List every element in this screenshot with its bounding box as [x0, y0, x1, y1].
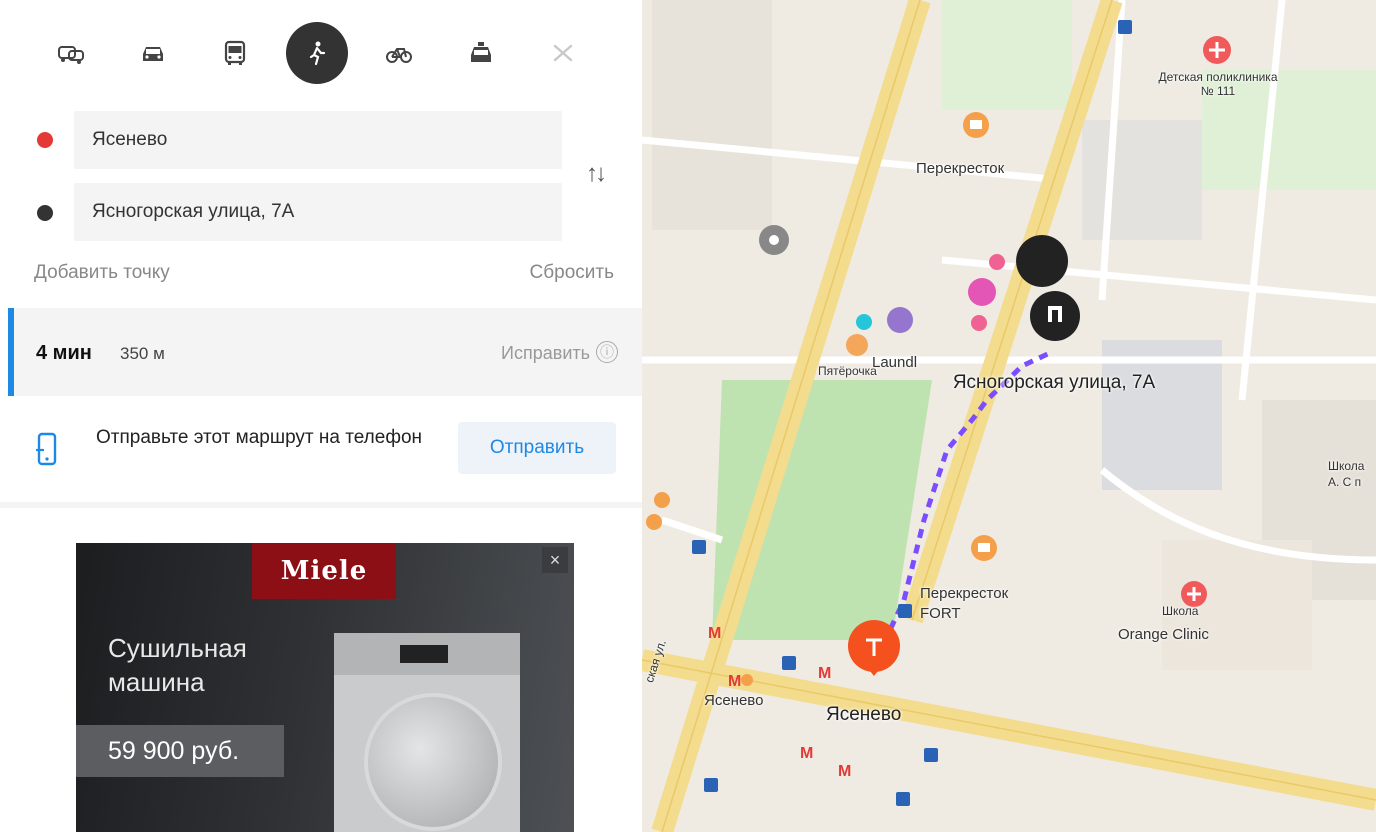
map-label-yasenevo-start[interactable]: Ясенево	[826, 704, 901, 726]
map-view[interactable]: M M M M M Детская поликлиника № 111 Перекре…	[642, 0, 1376, 832]
add-point-link[interactable]: Добавить точку	[34, 262, 170, 284]
to-dot	[37, 205, 53, 221]
phone-icon	[36, 432, 57, 466]
bicycle-icon	[386, 48, 412, 63]
map-label-clinic[interactable]: Детская поликлиника № 111	[1158, 70, 1278, 98]
scooter-mode-button[interactable]	[532, 22, 594, 84]
svg-text:M: M	[728, 673, 741, 690]
svg-text:M: M	[708, 625, 721, 642]
send-button[interactable]: Отправить	[458, 422, 616, 474]
transport-modes	[34, 22, 600, 84]
svg-text:M: M	[818, 665, 831, 682]
route-time: 4 мин	[36, 342, 92, 364]
to-input[interactable]: Ясногорская улица, 7А	[74, 183, 562, 241]
map-label-shkola[interactable]: Школа	[1162, 604, 1198, 618]
advertisement[interactable]: Miele × Сушильная машина 59 900 руб.	[76, 543, 574, 832]
multimodal-icon	[58, 46, 84, 64]
ad-price: 59 900 руб.	[76, 725, 284, 777]
ad-close-button[interactable]: ×	[542, 547, 568, 573]
map-label-school-right[interactable]: Школа А. С п	[1328, 458, 1376, 490]
map-label-destination[interactable]: Ясногорская улица, 7А	[944, 372, 1164, 394]
route-distance: 350 м	[120, 344, 165, 363]
from-dot	[37, 132, 53, 148]
map-label-yasenevo-metro[interactable]: Ясенево	[704, 692, 763, 709]
map-label-perekrestok[interactable]: Перекресток	[916, 160, 1004, 177]
send-to-phone-text: Отправьте этот маршрут на телефон	[96, 427, 423, 448]
route-option-card[interactable]: 4 мин 350 м Исправить ⓘ	[8, 308, 642, 396]
dryer-image	[334, 633, 520, 832]
scooter-icon	[553, 44, 573, 62]
ad-title: Сушильная машина	[108, 633, 247, 697]
car-mode-button[interactable]	[122, 22, 184, 84]
svg-text:M: M	[800, 745, 813, 762]
taxi-mode-button[interactable]	[450, 22, 512, 84]
fix-route-link[interactable]: Исправить	[501, 343, 590, 364]
multimodal-mode-button[interactable]	[40, 22, 102, 84]
map-label-pyaterochka[interactable]: Пятёрочка	[818, 364, 877, 378]
walk-mode-button[interactable]	[286, 22, 348, 84]
map-label-laundry[interactable]: Laundl	[872, 354, 917, 371]
route-panel: Ясенево Ясногорская улица, 7А ↑↓ Добавит…	[0, 0, 642, 832]
taxi-icon	[471, 42, 491, 62]
from-input[interactable]: Ясенево	[74, 111, 562, 169]
send-to-phone-row: Отправьте этот маршрут на телефон Отправ…	[0, 396, 642, 508]
walk-icon	[309, 41, 326, 66]
info-icon[interactable]: ⓘ	[596, 341, 618, 363]
map-label-perekrestok-fort[interactable]: Перекресток FORT	[920, 584, 1050, 624]
swap-points-button[interactable]: ↑↓	[586, 160, 607, 188]
bus-mode-button[interactable]	[204, 22, 266, 84]
bus-icon	[224, 40, 246, 65]
dryer-door	[364, 693, 502, 831]
ad-brand-logo: Miele	[252, 543, 396, 599]
dryer-display	[400, 645, 448, 663]
bicycle-mode-button[interactable]	[368, 22, 430, 84]
map-label-orange-clinic[interactable]: Orange Clinic	[1118, 626, 1209, 643]
app-root: Ясенево Ясногорская улица, 7А ↑↓ Добавит…	[0, 0, 1376, 832]
svg-text:M: M	[838, 763, 851, 780]
reset-link[interactable]: Сбросить	[530, 262, 614, 284]
route-accent-bar	[8, 308, 14, 396]
car-icon	[143, 47, 163, 61]
